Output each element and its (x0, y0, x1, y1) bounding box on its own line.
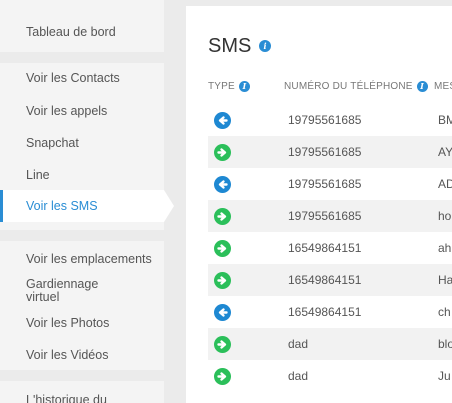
column-header-label: MES (434, 81, 452, 92)
sidebar-item-photos[interactable]: Voir les Photos (0, 316, 164, 330)
sidebar-item-geofencing[interactable]: Gardiennage virtuel (0, 278, 130, 304)
sidebar-divider (0, 52, 164, 63)
active-pointer (164, 190, 174, 222)
table-row[interactable]: dad blo (208, 328, 452, 360)
table-row[interactable]: 19795561685 AY (208, 136, 452, 168)
phone-number-cell: 19795561685 (288, 177, 362, 191)
info-icon[interactable]: i (259, 40, 271, 52)
sidebar-item-calls[interactable]: Voir les appels (0, 104, 164, 118)
sidebar-item-label: Voir les SMS (26, 199, 98, 213)
table-row[interactable]: 19795561685 BM (208, 104, 452, 136)
column-header-type[interactable]: TYPE i (208, 81, 250, 92)
table-row[interactable]: 19795561685 AD (208, 168, 452, 200)
sidebar-item-contacts[interactable]: Voir les Contacts (0, 71, 164, 85)
arrow-right-circle-icon (214, 272, 231, 289)
column-header-phone[interactable]: NUMÉRO DU TÉLÉPHONE i (284, 81, 428, 92)
phone-number-cell: 19795561685 (288, 113, 362, 127)
arrow-left-circle-icon (214, 112, 231, 129)
sidebar-item-locations[interactable]: Voir les emplacements (0, 252, 164, 266)
arrow-right-circle-icon (214, 368, 231, 385)
message-cell: AD (438, 177, 452, 191)
page-title: SMS (208, 35, 252, 57)
sidebar: Tableau de bord Voir les Contacts Voir l… (0, 0, 174, 403)
sidebar-item-line[interactable]: Line (0, 168, 164, 182)
sidebar-divider (0, 230, 164, 241)
arrow-right-circle-icon (214, 240, 231, 257)
arrow-right-circle-icon (214, 336, 231, 353)
phone-number-cell: 16549864151 (288, 241, 362, 255)
message-cell: Ha (438, 273, 452, 287)
column-header-message[interactable]: MES (434, 81, 452, 92)
message-cell: blo (438, 337, 452, 351)
column-header-label: TYPE (208, 81, 235, 93)
phone-number-cell: dad (288, 337, 309, 351)
phone-number-cell: 19795561685 (288, 145, 362, 159)
table-row[interactable]: 16549864151 ch (208, 296, 452, 328)
arrow-left-circle-icon (214, 304, 231, 321)
sidebar-divider (0, 370, 164, 381)
message-cell: AY (438, 145, 452, 159)
phone-number-cell: 19795561685 (288, 209, 362, 223)
phone-number-cell: dad (288, 369, 309, 383)
message-cell: ch (438, 305, 451, 319)
sidebar-item-dashboard[interactable]: Tableau de bord (0, 25, 164, 39)
arrow-right-circle-icon (214, 144, 231, 161)
table-row[interactable]: 16549864151 ah (208, 232, 452, 264)
table-row[interactable]: 19795561685 ho (208, 200, 452, 232)
table-row[interactable]: 16549864151 Ha (208, 264, 452, 296)
sidebar-item-videos[interactable]: Voir les Vidéos (0, 348, 164, 362)
phone-number-cell: 16549864151 (288, 273, 362, 287)
table-row[interactable]: dad Ju (208, 360, 452, 392)
sidebar-item-snapchat[interactable]: Snapchat (0, 136, 164, 150)
phone-number-cell: 16549864151 (288, 305, 362, 319)
arrow-right-circle-icon (214, 208, 231, 225)
arrow-left-circle-icon (214, 176, 231, 193)
message-cell: ah (438, 241, 452, 255)
sidebar-item-sms[interactable]: Voir les SMS (0, 190, 174, 222)
sidebar-item-history[interactable]: L'historique du (0, 393, 164, 403)
message-cell: BM (438, 113, 452, 127)
message-cell: Ju (438, 369, 451, 383)
sms-panel: SMS i TYPEi NUMÉRO DU TÉLÉPHONEi MES 197… (186, 6, 452, 403)
message-cell: ho (438, 209, 452, 223)
info-icon[interactable]: i (238, 81, 250, 92)
info-icon[interactable]: i (416, 81, 428, 92)
column-header-label: NUMÉRO DU TÉLÉPHONE (284, 81, 413, 93)
